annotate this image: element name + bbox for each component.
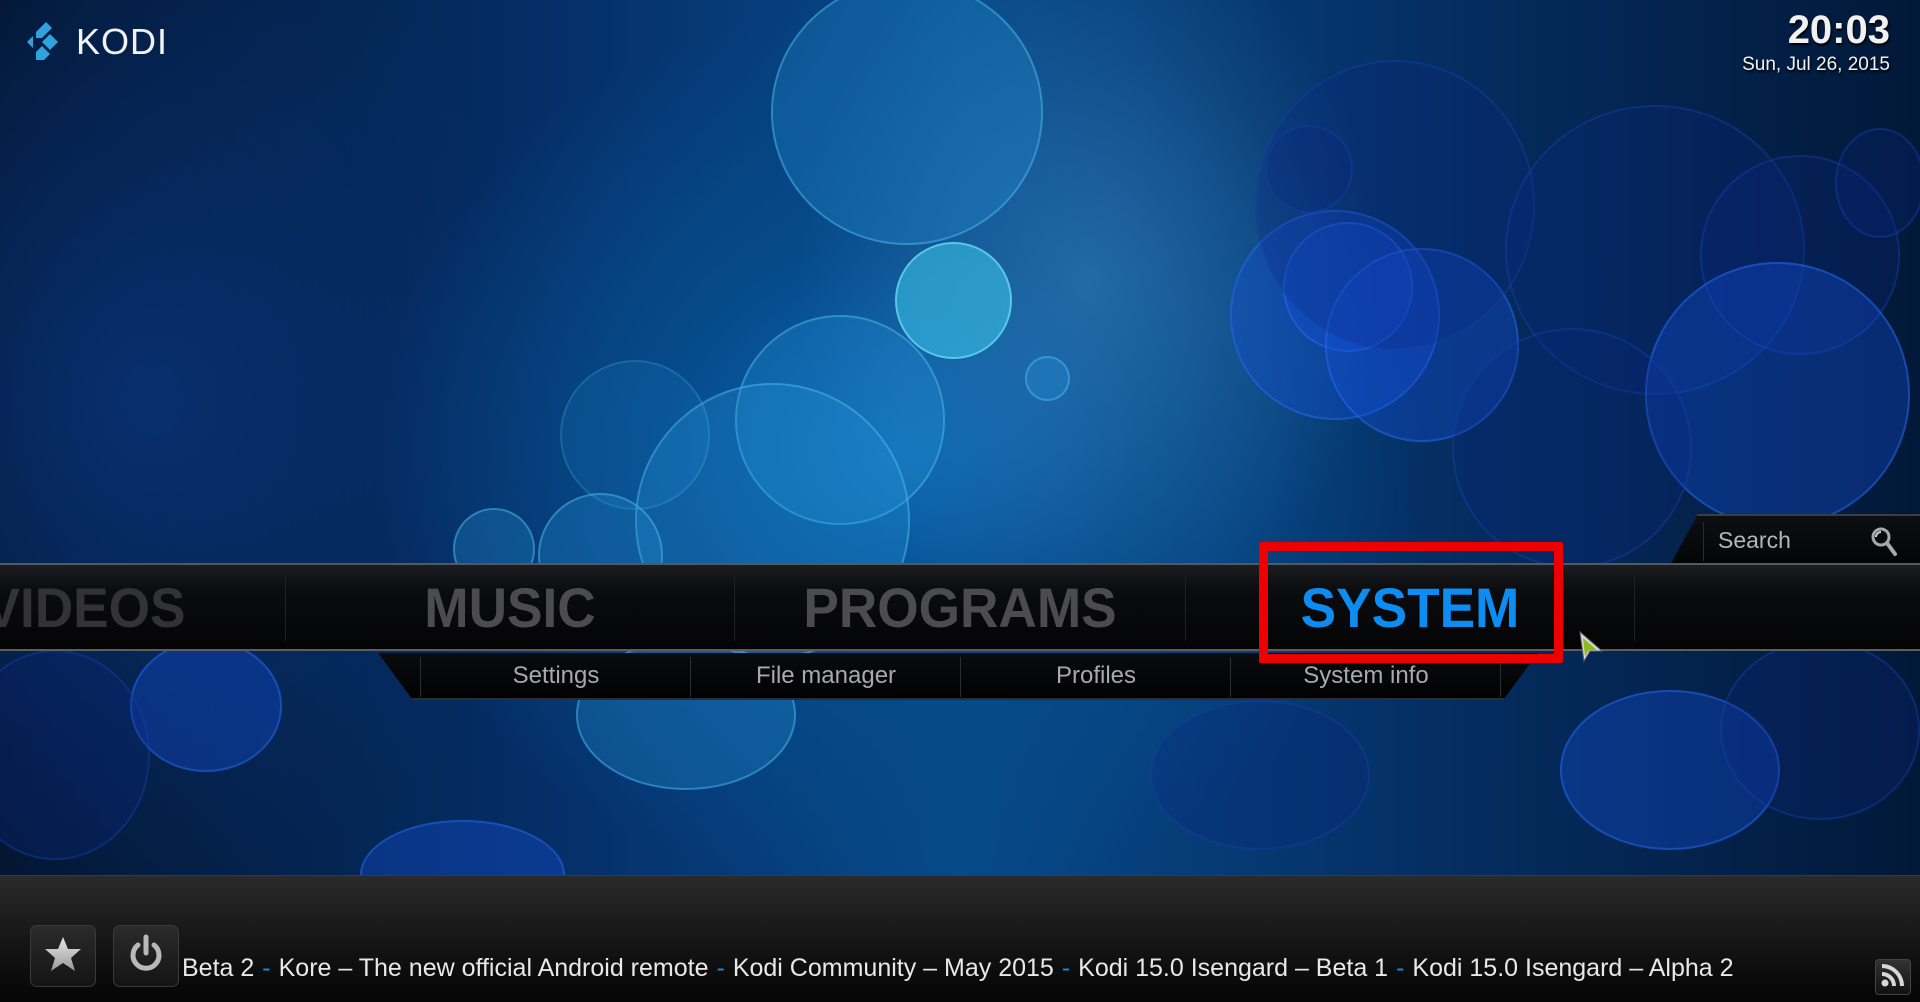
clock-time: 20:03 [1787,8,1890,52]
main-menu-label: MUSIC [424,575,596,639]
ticker-item: Kodi 15.0 Isengard – Alpha 2 [1412,954,1734,982]
main-menu-item-programs[interactable]: PROGRAMS [746,565,1174,649]
submenu-item-file-manager[interactable]: File manager [691,653,961,698]
bottom-bar: Beta 2- Kore – The new official Android r… [0,875,1920,1002]
submenu-item-settings[interactable]: Settings [421,653,691,698]
ticker-separator: - [262,954,271,982]
ticker-item: Beta 2 [182,954,255,982]
bokeh-bubble [895,242,1012,359]
main-menu-item-music[interactable]: MUSIC [297,565,723,649]
search-divider [1703,522,1704,561]
kodi-logo: KODI [22,18,168,66]
mouse-cursor-icon [1578,630,1604,663]
clock-date: Sun, Jul 26, 2015 [1742,54,1890,75]
ticker-separator: - [716,954,725,982]
ticker-item: Kore – The new official Android remote [278,954,709,982]
power-button[interactable] [113,925,179,987]
main-menu-label: VIDEOS [0,575,186,639]
annotation-highlight-box [1259,542,1563,663]
rss-ticker[interactable]: Beta 2- Kore – The new official Android r… [182,954,1734,983]
kodi-logo-text: KODI [76,21,169,62]
bokeh-bubble [771,0,1043,245]
menu-divider [1185,575,1186,641]
bokeh-bubble [1720,640,1920,820]
submenu-label: Settings [512,661,600,689]
submenu-label: File manager [755,661,897,689]
search-label: Search [1718,527,1791,553]
bokeh-bubble [1150,700,1370,850]
bokeh-bubble [130,640,282,772]
menu-divider [1634,575,1635,641]
submenu-label: Profiles [1055,661,1137,689]
favourites-button[interactable] [30,925,96,987]
ticker-item: Kodi Community – May 2015 [732,954,1054,982]
main-menu-bar: VIDEOS MUSIC PROGRAMS SYSTEM [0,563,1920,651]
ticker-separator: - [1396,954,1405,982]
rss-icon [1880,962,1906,993]
main-menu-label: PROGRAMS [803,575,1117,639]
menu-divider [734,575,735,641]
bokeh-bubble [0,650,150,860]
power-icon [126,934,166,979]
magnifier-icon [1870,526,1898,558]
ticker-item: Kodi 15.0 Isengard – Beta 1 [1078,954,1389,982]
star-icon [43,934,83,979]
clock: 20:03 Sun, Jul 26, 2015 [1742,6,1890,76]
bokeh-bubble [1025,356,1070,401]
menu-divider [285,575,286,641]
background-wallpaper [0,0,1920,1001]
main-menu-item-videos[interactable]: VIDEOS [0,565,270,649]
search-button[interactable]: Search [1670,514,1920,565]
submenu-item-profiles[interactable]: Profiles [961,653,1231,698]
bokeh-bubble [1835,128,1920,238]
rss-button[interactable] [1875,959,1911,995]
bokeh-bubble [1452,328,1692,568]
submenu-divider [1500,657,1501,697]
kodi-logo-icon [22,18,70,66]
submenu-label: System info [1303,661,1429,689]
bokeh-bubble [1265,125,1353,213]
bokeh-bubble [560,360,710,510]
ticker-separator: - [1061,954,1071,982]
